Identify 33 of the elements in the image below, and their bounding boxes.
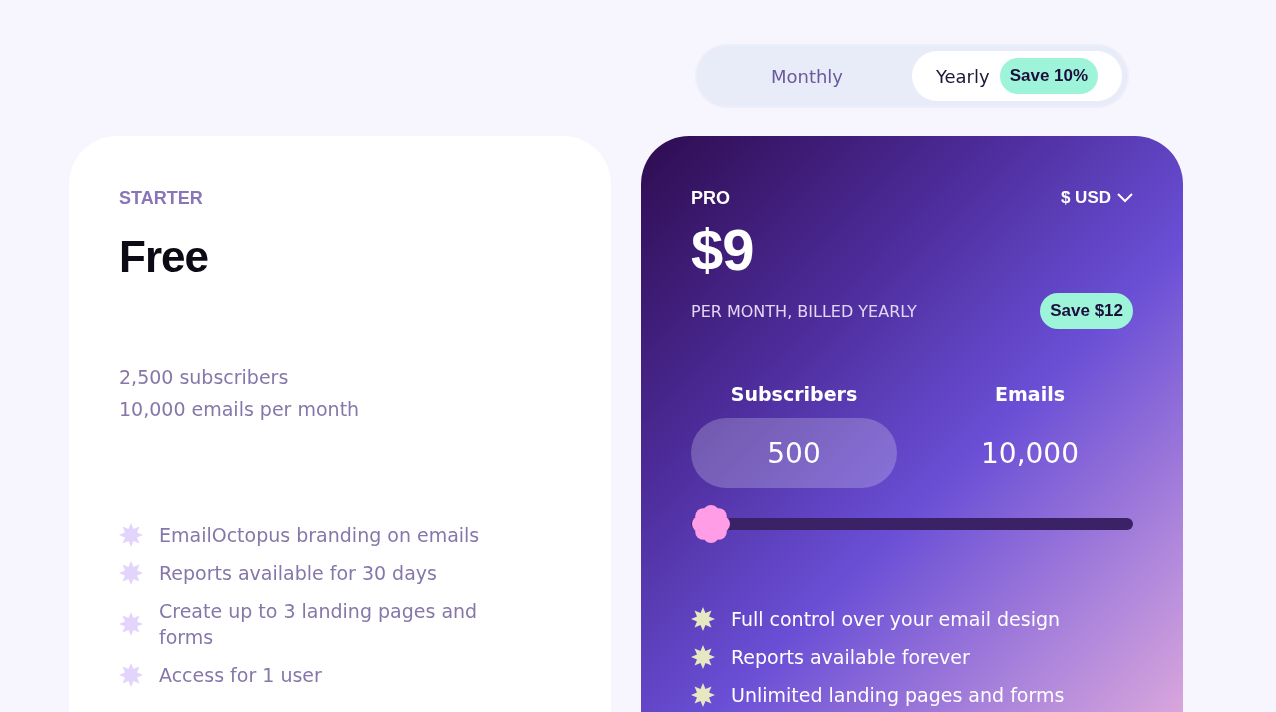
currency-dropdown[interactable]: $ USD xyxy=(1060,188,1133,208)
plan-name: STARTER xyxy=(119,187,204,210)
plan-price: $9 xyxy=(691,216,755,283)
feature-text: Create up to 3 landing pages and forms xyxy=(159,599,479,650)
emails-count: 10,000 xyxy=(980,435,1080,472)
counter-label: Subscribers xyxy=(729,382,859,407)
counter-label: Emails xyxy=(994,382,1066,407)
star-icon xyxy=(691,645,715,669)
slider-thumb[interactable] xyxy=(691,504,731,544)
feature-text: Reports available for 30 days xyxy=(159,561,437,586)
feature-text: Full control over your email design xyxy=(731,607,1061,632)
billing-option[interactable]: Yearly Save 10% xyxy=(912,51,1122,101)
option-label: Monthly xyxy=(770,65,844,87)
billing-option[interactable]: Monthly xyxy=(702,51,912,101)
star-icon xyxy=(691,607,715,631)
star-icon xyxy=(119,612,143,636)
feature-text: EmailOctopus branding on emails xyxy=(159,523,480,548)
feature-text: Unlimited landing pages and forms xyxy=(731,683,1065,708)
savings-badge: Save $12 xyxy=(1040,293,1133,329)
plan-price: Free xyxy=(119,232,209,282)
option-label: Yearly xyxy=(935,65,990,87)
plan-name: PRO xyxy=(691,187,730,210)
chevron-down-icon xyxy=(1117,193,1133,203)
plan-limit: 10,000 emails per month xyxy=(119,397,361,422)
star-icon xyxy=(119,663,143,687)
star-icon xyxy=(119,523,143,547)
star-icon xyxy=(691,683,715,707)
billing-note: PER MONTH, BILLED YEARLY xyxy=(691,301,917,321)
discount-badge: Save 10% xyxy=(999,58,1099,94)
plan-limit: 2,500 subscribers xyxy=(119,365,290,390)
star-icon xyxy=(119,561,143,585)
feature-text: Access for 1 user xyxy=(159,663,322,688)
feature-text: Reports available forever xyxy=(731,645,970,670)
